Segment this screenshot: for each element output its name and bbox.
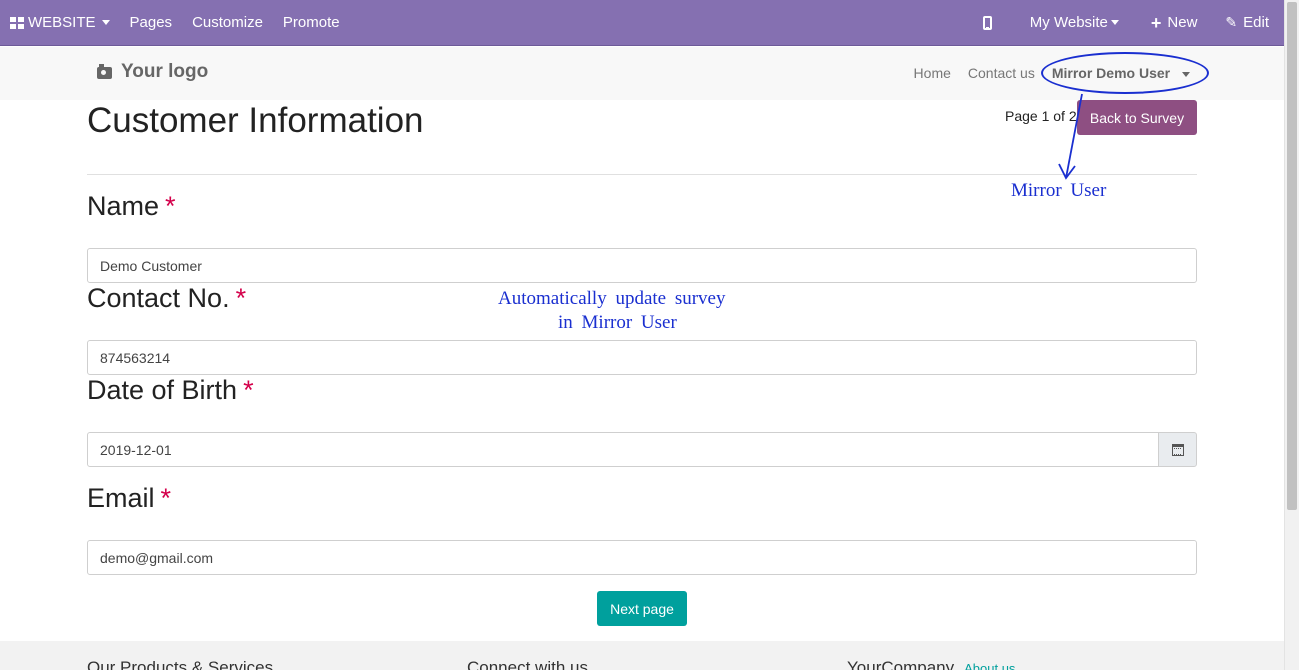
mobile-preview-button[interactable] [963,0,1012,46]
chevron-down-icon [1110,20,1119,25]
plus-icon: + [1150,12,1162,33]
promote-menu[interactable]: Promote [273,0,350,46]
date-of-birth-group [87,432,1197,467]
question-label-contact: Contact No. * [87,283,246,314]
contact-input[interactable] [87,340,1197,375]
page-title: Customer Information [87,101,424,140]
customize-menu[interactable]: Customize [182,0,273,46]
back-to-survey-button[interactable]: Back to Survey [1077,100,1197,135]
edit-button[interactable]: ✎ Edit [1211,0,1284,46]
pages-menu[interactable]: Pages [120,0,183,46]
question-text: Name [87,191,160,221]
question-label-name: Name * [87,191,176,222]
logo-text: Your logo [121,61,209,82]
admin-topbar: WEBSITE Pages Customize Promote My Websi… [0,0,1284,46]
my-website-menu[interactable]: My Website [1012,0,1137,46]
grid-icon [10,16,24,29]
nav-contact[interactable]: Contact us [968,65,1035,81]
footer-company-heading: YourCompany About us [847,658,1015,670]
website-menu-label: WEBSITE [28,14,96,31]
footer: Our Products & Services Connect with us … [0,641,1284,670]
edit-label: Edit [1243,14,1269,31]
required-marker: * [243,375,254,405]
annotation-mirror-user: Mirror User [1011,180,1107,201]
required-marker: * [165,191,176,221]
scrollbar-thumb[interactable] [1287,2,1297,510]
page-counter: Page 1 of 2 [1005,108,1077,124]
website-menu[interactable]: WEBSITE [0,0,120,46]
new-button[interactable]: + New [1137,0,1212,46]
date-of-birth-input[interactable] [87,432,1159,467]
camera-icon [97,63,112,79]
required-marker: * [160,483,172,513]
divider [87,174,1197,175]
footer-connect-heading: Connect with us [467,658,588,670]
annotation-ellipse [1041,52,1209,94]
question-label-email: Email * [87,483,171,514]
email-input[interactable] [87,540,1197,575]
site-logo[interactable]: Your logo [97,61,208,83]
about-us-link[interactable]: About us [964,661,1015,670]
new-label: New [1167,14,1198,31]
annotation-auto-update-line1: Automatically update survey [498,288,726,309]
chevron-down-icon [101,20,110,25]
name-input[interactable] [87,248,1197,283]
nav-home[interactable]: Home [914,65,951,81]
annotation-auto-update-line2: in Mirror User [558,312,677,333]
mobile-icon [982,15,992,30]
my-website-label: My Website [1029,14,1108,31]
required-marker: * [235,283,247,313]
question-text: Email [87,483,155,513]
question-label-dob: Date of Birth * [87,375,254,406]
next-page-button[interactable]: Next page [597,591,687,626]
question-text: Date of Birth [87,375,238,405]
vertical-scrollbar[interactable] [1284,0,1299,670]
company-name: YourCompany [847,658,955,670]
footer-products-heading: Our Products & Services [87,658,274,670]
pencil-icon: ✎ [1225,14,1238,30]
calendar-icon [1171,443,1184,456]
datepicker-button[interactable] [1158,432,1197,467]
question-text: Contact No. [87,283,230,313]
